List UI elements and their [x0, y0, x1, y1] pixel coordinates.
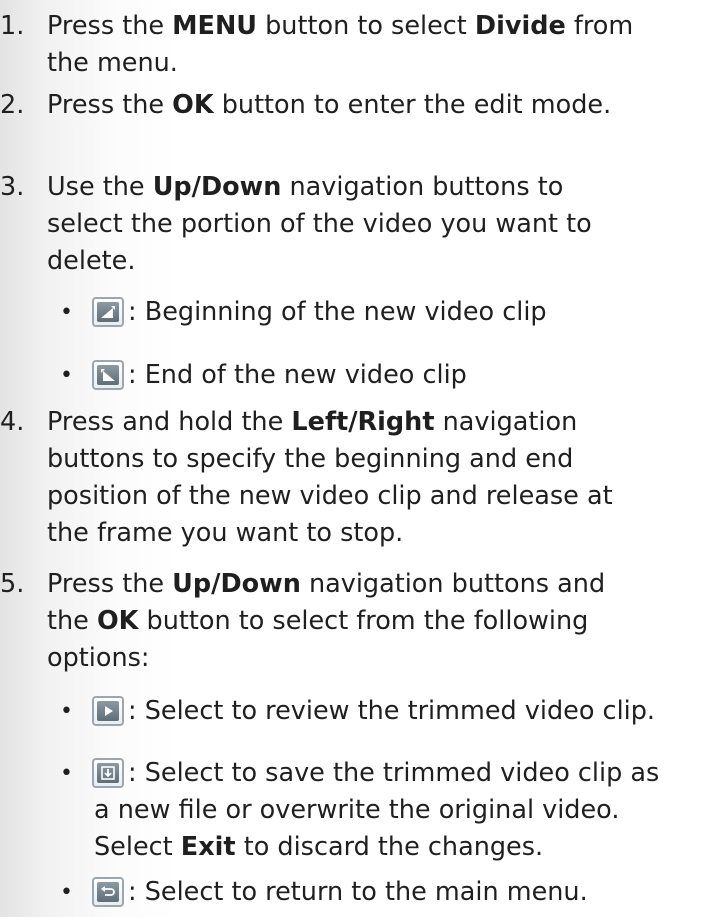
step-3: 3. Use the Up/Down navigation buttons to…	[0, 169, 704, 280]
instructions-page: 1. Press the MENU button to select Divid…	[0, 0, 706, 917]
step-text: Use the Up/Down navigation buttons to se…	[47, 172, 592, 276]
bullet-text: : End of the new video clip	[128, 360, 467, 390]
step-text: Press the Up/Down navigation buttons and…	[47, 569, 606, 673]
divide-keyword: Divide	[474, 11, 566, 41]
step-5: 5. Press the Up/Down navigation buttons …	[0, 566, 704, 677]
bullet-text: : Select to return to the main menu.	[128, 877, 588, 907]
step-text: Press the OK button to enter the edit mo…	[47, 90, 612, 120]
step-1: 1. Press the MENU button to select Divid…	[0, 8, 704, 82]
save-icon	[92, 758, 124, 788]
up-down-keyword: Up/Down	[152, 172, 282, 202]
up-down-keyword: Up/Down	[172, 569, 301, 599]
bullet-text: : Beginning of the new video clip	[128, 297, 547, 327]
left-right-keyword: Left/Right	[291, 407, 435, 437]
step-2: 2. Press the OK button to enter the edit…	[0, 87, 704, 124]
step-number: 2.	[0, 90, 25, 120]
end-clip-icon	[92, 360, 124, 390]
step-number: 4.	[0, 407, 25, 437]
return-icon	[92, 877, 124, 907]
ok-keyword: OK	[172, 90, 214, 120]
ok-keyword: OK	[96, 606, 139, 636]
step-4: 4. Press and hold the Left/Right navigat…	[0, 404, 704, 552]
play-icon	[92, 696, 124, 726]
step-number: 5.	[0, 569, 25, 599]
exit-keyword: Exit	[180, 832, 236, 862]
step-text: Press and hold the Left/Right navigation…	[47, 407, 613, 548]
step-number: 1.	[0, 11, 25, 41]
menu-keyword: MENU	[172, 11, 258, 41]
step-text: Press the MENU button to select Divide f…	[47, 11, 634, 78]
step-number: 3.	[0, 172, 25, 202]
begin-clip-icon	[92, 297, 124, 327]
bullet-text: : Select to review the trimmed video cli…	[128, 696, 656, 726]
